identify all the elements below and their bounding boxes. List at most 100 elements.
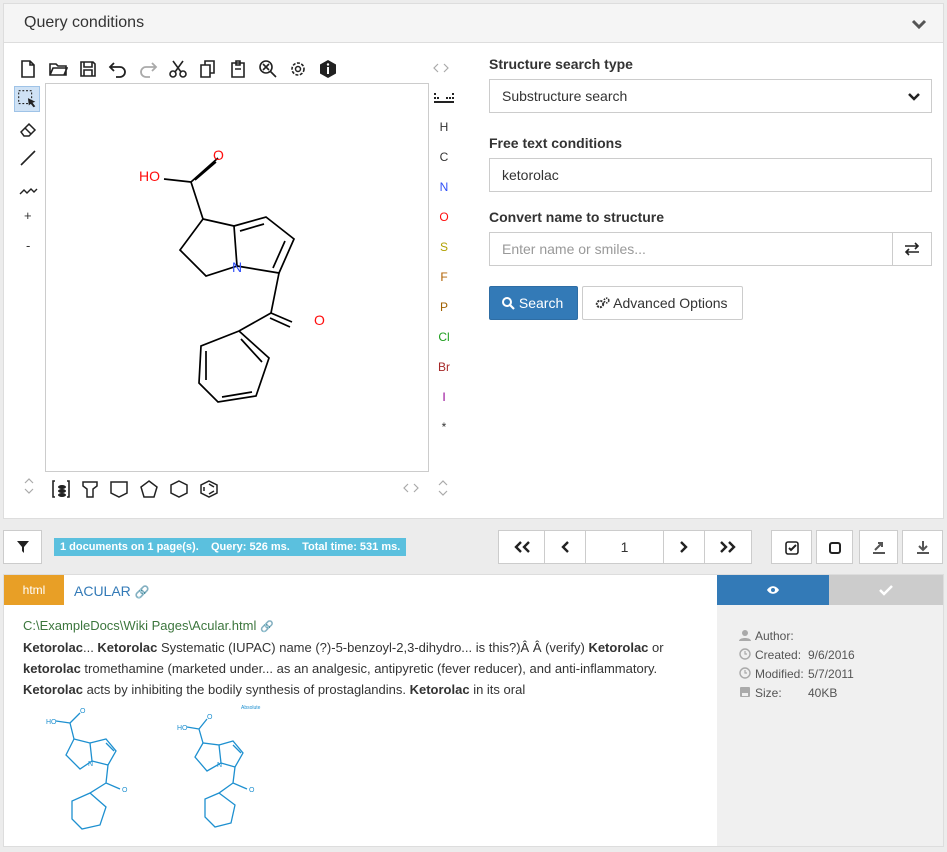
convert-name-input[interactable]: Enter name or smiles... [489, 232, 893, 266]
toggle-arrows-icon[interactable] [432, 62, 450, 74]
atom-button-s[interactable]: S [434, 240, 454, 254]
svg-text:N: N [217, 762, 222, 769]
atom-button-br[interactable]: Br [434, 360, 454, 374]
template-library-icon[interactable] [51, 479, 71, 499]
info-icon[interactable] [318, 59, 338, 79]
result-title-link[interactable]: ACULAR 🔗 [74, 583, 150, 599]
oxygen-label: O [213, 147, 224, 163]
structure-thumbnail-1[interactable]: HO O N O [24, 703, 144, 838]
last-page-button[interactable] [704, 530, 752, 564]
next-page-button[interactable] [663, 530, 705, 564]
structure-thumbnail-2[interactable]: Absolute HO O N O [169, 703, 279, 838]
charge-plus-tool[interactable]: + [24, 208, 32, 223]
select-all-button[interactable] [771, 530, 812, 564]
download-button[interactable] [902, 530, 943, 564]
deselect-all-button[interactable] [816, 530, 853, 564]
charge-minus-tool[interactable]: - [26, 238, 30, 253]
chain-tool-icon[interactable] [18, 178, 38, 198]
undo-icon[interactable] [108, 59, 128, 79]
double-chevron-left-icon [514, 541, 530, 553]
eye-icon [767, 586, 779, 594]
free-text-label: Free text conditions [489, 135, 623, 151]
vertical-arrows-icon[interactable] [436, 478, 450, 498]
export-button[interactable] [859, 530, 898, 564]
functional-group-icon[interactable] [80, 479, 100, 499]
cut-icon[interactable] [168, 59, 188, 79]
gear-icon[interactable] [288, 59, 308, 79]
snippet-highlight: Ketorolac [409, 682, 470, 697]
redo-icon[interactable] [138, 59, 158, 79]
result-item: html ACULAR 🔗 C:\ExampleDocs\Wiki Pages\… [3, 574, 944, 847]
snippet-highlight: Ketorolac [588, 640, 649, 655]
cyclobutane-icon[interactable] [109, 479, 129, 499]
atom-button-i[interactable]: I [434, 390, 454, 404]
eraser-icon[interactable] [18, 119, 38, 139]
clock-icon [739, 667, 751, 679]
atom-button-p[interactable]: P [434, 300, 454, 314]
structure-canvas[interactable]: HO O N O [45, 83, 429, 472]
previous-page-button[interactable] [544, 530, 586, 564]
advanced-options-button[interactable]: Advanced Options [582, 286, 743, 320]
snippet-highlight: Ketorolac [97, 640, 158, 655]
preview-tab[interactable] [717, 575, 829, 605]
open-folder-icon[interactable] [48, 59, 68, 79]
snippet-highlight: Ketorolac [23, 640, 83, 655]
atom-button-o[interactable]: O [434, 210, 454, 224]
swap-icon [904, 242, 920, 256]
modified-label: Modified: [755, 667, 804, 681]
query-panel-title: Query conditions [24, 14, 145, 31]
convert-button[interactable] [892, 232, 932, 266]
copy-icon[interactable] [198, 59, 218, 79]
select-result-tab[interactable] [829, 575, 943, 605]
status-summary: 1 documents on 1 page(s). Query: 526 ms.… [54, 538, 407, 556]
svg-text:O: O [80, 708, 86, 715]
double-chevron-right-icon [720, 541, 736, 553]
cyclohexane-icon[interactable] [169, 479, 189, 499]
first-page-button[interactable] [498, 530, 545, 564]
search-type-select[interactable]: Substructure search [489, 79, 932, 113]
atom-button-c[interactable]: C [434, 150, 454, 164]
result-path-link[interactable]: C:\ExampleDocs\Wiki Pages\Acular.html 🔗 [23, 618, 274, 633]
created-value: 9/6/2016 [808, 648, 855, 662]
clock-icon [739, 648, 751, 660]
svg-text:O: O [122, 787, 128, 794]
filter-button[interactable] [3, 530, 42, 564]
benzene-icon[interactable] [199, 479, 219, 499]
snippet-text: acts by inhibiting the bodily synthesis … [82, 682, 410, 697]
chevron-left-icon [561, 541, 569, 553]
chevron-down-icon[interactable] [909, 14, 929, 34]
select-tool-icon[interactable] [14, 86, 40, 112]
snippet-highlight: ketorolac [23, 661, 81, 676]
paste-icon[interactable] [228, 59, 248, 79]
result-metadata-panel: Author: Created: 9/6/2016 Modified: 5/7/… [717, 605, 943, 846]
checkbox-checked-icon [785, 541, 799, 555]
size-value: 40KB [808, 686, 838, 700]
atom-button-h[interactable]: H [434, 120, 454, 134]
periodic-table-icon[interactable] [433, 92, 455, 104]
atom-button-f[interactable]: F [434, 270, 454, 284]
zoom-icon[interactable] [258, 59, 278, 79]
free-text-input[interactable]: ketorolac [489, 158, 932, 192]
snippet-text: Systematic (IUPAC) name (?)-5-benzoyl-2,… [157, 640, 589, 655]
horizontal-arrows-icon[interactable] [402, 482, 420, 494]
cyclopentane-icon[interactable] [139, 479, 159, 499]
svg-text:O: O [249, 787, 255, 794]
query-panel: Query conditions + - HO O N O Structure … [3, 3, 944, 519]
snippet-text: tromethamine (marketed under... as an an… [80, 661, 658, 676]
advanced-options-label: Advanced Options [613, 295, 728, 311]
atom-button-n[interactable]: N [434, 180, 454, 194]
ketone-oxygen-label: O [314, 312, 325, 328]
atom-button-cl[interactable]: Cl [434, 330, 454, 344]
nitrogen-label: N [232, 259, 242, 275]
result-path: C:\ExampleDocs\Wiki Pages\Acular.html [23, 618, 257, 633]
search-button-label: Search [518, 295, 564, 311]
new-document-icon[interactable] [18, 59, 38, 79]
modified-value: 5/7/2011 [808, 667, 854, 681]
query-panel-header[interactable]: Query conditions [4, 4, 943, 43]
page-number-input[interactable]: 1 [585, 530, 664, 564]
save-icon[interactable] [78, 59, 98, 79]
scroll-arrows-icon[interactable] [22, 476, 36, 496]
atom-button-any[interactable]: * [434, 420, 454, 434]
single-bond-icon[interactable] [18, 148, 38, 168]
search-button[interactable]: Search [489, 286, 578, 320]
